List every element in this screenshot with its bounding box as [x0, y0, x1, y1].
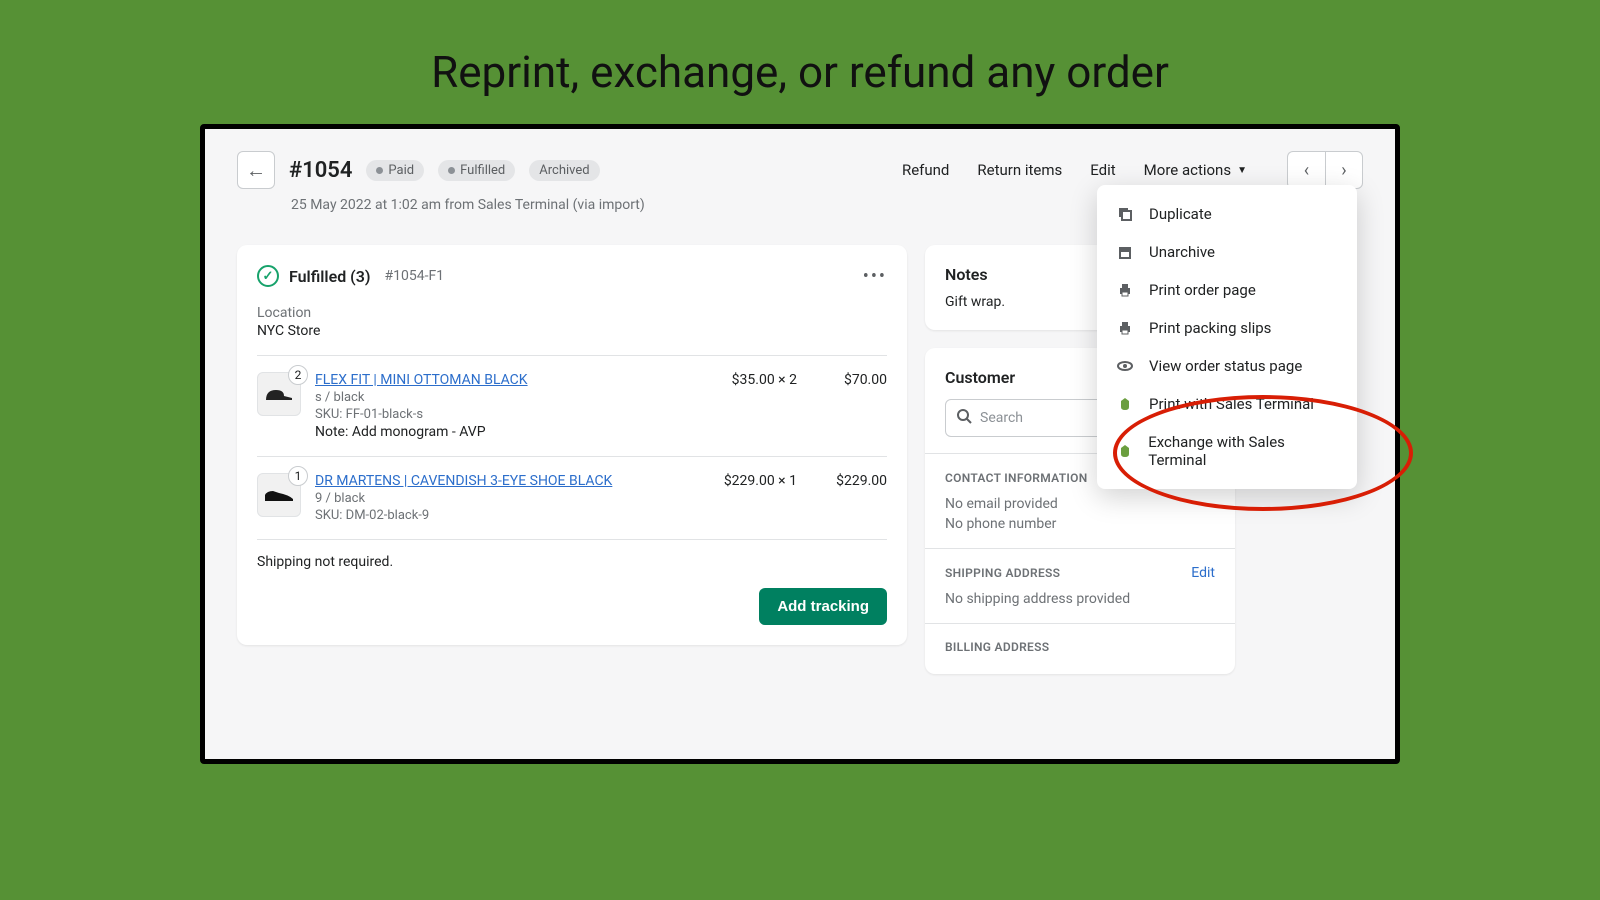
item-total: $70.00	[797, 372, 887, 388]
item-variant: s / black	[315, 390, 687, 405]
unarchive-icon	[1115, 244, 1135, 260]
shipping-label: SHIPPING ADDRESS	[945, 566, 1060, 580]
line-item: 1 DR MARTENS | CAVENDISH 3-EYE SHOE BLAC…	[257, 456, 887, 523]
fulfillment-title: Fulfilled (3)	[289, 267, 370, 286]
more-actions-dropdown: Duplicate Unarchive Print order page Pri…	[1097, 185, 1357, 489]
edit-button[interactable]: Edit	[1090, 161, 1115, 179]
item-sku: SKU: DM-02-black-9	[315, 508, 687, 523]
chevron-right-icon: ›	[1341, 160, 1346, 181]
fulfillment-id: #1054-F1	[384, 268, 444, 284]
dropdown-view-status[interactable]: View order status page	[1097, 347, 1357, 385]
fulfillment-menu-button[interactable]: •••	[863, 266, 887, 287]
chevron-left-icon: ‹	[1304, 160, 1309, 181]
more-actions-button[interactable]: More actions ▼	[1144, 161, 1247, 179]
dropdown-print-order[interactable]: Print order page	[1097, 271, 1357, 309]
terminal-app-icon	[1115, 396, 1135, 412]
next-order-button[interactable]: ›	[1325, 151, 1363, 189]
paid-badge: Paid	[366, 160, 424, 181]
add-tracking-button[interactable]: Add tracking	[759, 588, 887, 625]
dropdown-duplicate[interactable]: Duplicate	[1097, 195, 1357, 233]
terminal-app-icon	[1115, 443, 1134, 459]
item-thumbnail: 2	[257, 372, 301, 416]
location-label: Location	[257, 305, 887, 321]
duplicate-icon	[1115, 206, 1135, 222]
dropdown-print-packing[interactable]: Print packing slips	[1097, 309, 1357, 347]
item-variant: 9 / black	[315, 491, 687, 506]
print-icon	[1115, 320, 1135, 336]
back-button[interactable]: ←	[237, 151, 275, 189]
item-link[interactable]: FLEX FIT | MINI OTTOMAN BLACK	[315, 372, 528, 388]
refund-button[interactable]: Refund	[902, 161, 949, 179]
location-value: NYC Store	[257, 323, 887, 339]
toolbar: ← #1054 Paid Fulfilled Archived Refund R…	[237, 151, 1363, 189]
qty-badge: 2	[288, 365, 308, 385]
arrow-left-icon: ←	[246, 158, 266, 183]
customer-search-placeholder: Search	[980, 410, 1023, 426]
caret-down-icon: ▼	[1237, 165, 1247, 176]
no-shipping: No shipping address provided	[945, 591, 1215, 607]
shipping-edit-link[interactable]: Edit	[1191, 565, 1215, 581]
check-circle-icon: ✓	[257, 265, 279, 287]
item-note: Note: Add monogram - AVP	[315, 424, 687, 440]
line-item: 2 FLEX FIT | MINI OTTOMAN BLACK s / blac…	[257, 355, 887, 440]
item-thumbnail: 1	[257, 473, 301, 517]
item-link[interactable]: DR MARTENS | CAVENDISH 3-EYE SHOE BLACK	[315, 473, 612, 489]
no-phone: No phone number	[945, 516, 1215, 532]
fulfillment-card: ✓ Fulfilled (3) #1054-F1 ••• Location NY…	[237, 245, 907, 645]
page-headline: Reprint, exchange, or refund any order	[0, 0, 1600, 124]
print-icon	[1115, 282, 1135, 298]
item-sku: SKU: FF-01-black-s	[315, 407, 687, 422]
item-pricing: $229.00 × 1	[687, 473, 797, 489]
item-total: $229.00	[797, 473, 887, 489]
prev-order-button[interactable]: ‹	[1287, 151, 1325, 189]
eye-icon	[1115, 358, 1135, 374]
no-email: No email provided	[945, 496, 1215, 512]
fulfilled-badge: Fulfilled	[438, 160, 515, 181]
order-number: #1054	[289, 158, 352, 183]
billing-label: BILLING ADDRESS	[945, 640, 1049, 654]
contact-label: CONTACT INFORMATION	[945, 471, 1088, 485]
dropdown-exchange-terminal[interactable]: Exchange with Sales Terminal	[1097, 423, 1357, 479]
dropdown-print-terminal[interactable]: Print with Sales Terminal	[1097, 385, 1357, 423]
dropdown-unarchive[interactable]: Unarchive	[1097, 233, 1357, 271]
search-icon	[956, 408, 972, 428]
item-pricing: $35.00 × 2	[687, 372, 797, 388]
shipping-note: Shipping not required.	[257, 539, 887, 570]
app-frame: ← #1054 Paid Fulfilled Archived Refund R…	[200, 124, 1400, 764]
archived-badge: Archived	[529, 160, 599, 181]
return-items-button[interactable]: Return items	[977, 161, 1062, 179]
qty-badge: 1	[288, 466, 308, 486]
